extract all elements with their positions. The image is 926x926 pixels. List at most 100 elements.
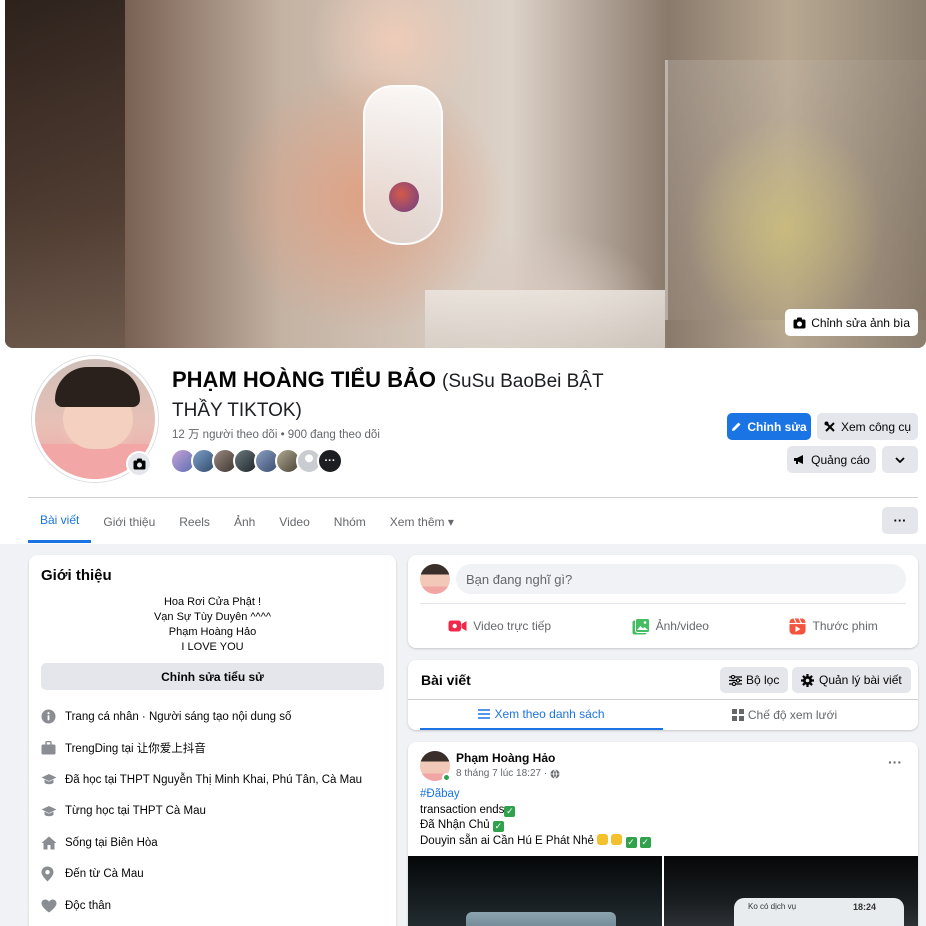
pencil-icon	[732, 422, 741, 431]
info-icon	[41, 709, 65, 724]
cover-cup	[363, 85, 443, 245]
tab-photos[interactable]: Ảnh	[222, 500, 267, 543]
phone-status-text: Ko có dịch vụ	[748, 902, 797, 911]
edit-profile-label: Chỉnh sửa	[747, 419, 807, 434]
post-meta: 8 tháng 7 lúc 18:27 ·	[456, 768, 560, 779]
tab-groups[interactable]: Nhóm	[322, 500, 378, 543]
info-item-page-type: Trang cá nhân · Người sáng tạo nội dung …	[41, 701, 386, 733]
profile-name: PHẠM HOÀNG TIỂU BẢO (SuSu BaoBei BẬT THẦY…	[172, 366, 652, 426]
post-hashtag[interactable]: #Đãbay	[420, 787, 651, 803]
manage-posts-button[interactable]: Quản lý bài viết	[792, 667, 911, 693]
filter-icon	[729, 674, 742, 686]
bio-line: Hoa Rơi Cửa Phật !	[163, 596, 262, 608]
ads-button[interactable]: Quảng cáo	[787, 446, 876, 473]
post-body: #Đãbay transaction ends ✓ Đã Nhận Chủ ✓ D…	[420, 787, 651, 849]
post-line-text: Douyin sẵn ai Cần Hú E Phát Nhẻ	[420, 834, 594, 847]
grid-view-tab[interactable]: Chế độ xem lưới	[663, 700, 906, 730]
list-view-tab[interactable]: Xem theo danh sách	[420, 700, 663, 730]
photo-icon	[632, 617, 650, 634]
camera-icon	[133, 458, 145, 470]
manage-posts-label: Quản lý bài viết	[819, 673, 902, 687]
intro-details: Trang cá nhân · Người sáng tạo nội dung …	[41, 701, 386, 922]
post-image[interactable]	[408, 856, 662, 926]
ads-label: Quảng cáo	[811, 452, 870, 467]
cover-photo[interactable]	[5, 0, 926, 348]
info-item-from: Đến từ Cà Mau	[41, 859, 386, 891]
post-card: Phạm Hoàng Hảo 8 tháng 7 lúc 18:27 · ···…	[408, 742, 918, 926]
info-item-education: Từng học tại THPT Cà Mau	[41, 796, 386, 828]
list-icon	[478, 709, 491, 719]
tabs-more-button[interactable]: ···	[882, 507, 918, 534]
cover-ledge	[425, 290, 665, 348]
check-mark-icon: ✓	[625, 836, 637, 848]
bio-line: I LOVE YOU	[181, 641, 244, 653]
info-item-text: Sống tại Biên Hòa	[65, 836, 158, 849]
post-image[interactable]: Ko có dịch vụ 18:24	[664, 856, 918, 926]
view-tools-label: Xem công cụ	[840, 419, 912, 434]
reel-button[interactable]: Thước phim	[789, 617, 878, 635]
edit-profile-button[interactable]: Chỉnh sửa	[727, 413, 811, 440]
home-icon	[41, 836, 65, 850]
edit-bio-button[interactable]: Chỉnh sửa tiểu sử	[41, 663, 384, 690]
camera-icon	[793, 317, 806, 328]
edit-cover-button[interactable]: Chỉnh sửa ảnh bìa	[785, 309, 918, 336]
info-item-education: Đã học tại THPT Nguyễn Thị Minh Khai, Ph…	[41, 764, 386, 796]
more-friends-button[interactable]: ···	[317, 448, 343, 474]
post-image-screen	[466, 912, 616, 926]
post-author-name[interactable]: Phạm Hoàng Hảo	[456, 751, 555, 765]
edit-cover-label: Chỉnh sửa ảnh bìa	[811, 315, 910, 330]
tab-see-more[interactable]: Xem thêm ▾	[378, 500, 466, 543]
bio-line: Vạn Sự Tùy Duyên ^^^^	[153, 611, 272, 623]
chevron-down-icon	[895, 456, 905, 463]
profile-main-name: PHẠM HOÀNG TIỂU BẢO	[172, 367, 436, 392]
megaphone-icon	[794, 455, 804, 464]
info-item-text: Đã học tại THPT Nguyễn Thị Minh Khai, Ph…	[65, 773, 363, 786]
bio-text: Hoa Rơi Cửa Phật ! Vạn Sự Tùy Duyên ^^^^…	[29, 595, 396, 655]
info-item-work: TrengDing tại 让你爱上抖音	[41, 733, 386, 765]
tab-posts[interactable]: Bài viết	[28, 500, 92, 543]
photo-video-button[interactable]: Ảnh/video	[632, 617, 709, 635]
info-item-text: Trang cá nhân · Người sáng tạo nội dung …	[65, 710, 292, 723]
briefcase-icon	[41, 741, 65, 755]
list-view-label: Xem theo danh sách	[494, 707, 605, 721]
live-video-label: Video trực tiếp	[473, 619, 552, 633]
avatar-hair	[55, 367, 140, 407]
info-item-text: Đến từ Cà Mau	[65, 868, 144, 881]
graduation-cap-icon	[41, 805, 65, 818]
info-item-text: TrengDing tại 让你爱上抖音	[65, 743, 206, 756]
info-item-text: Từng học tại THPT Cà Mau	[65, 805, 206, 818]
post-options-button[interactable]: ···	[888, 754, 902, 770]
gear-icon	[801, 673, 814, 687]
header-divider	[28, 497, 918, 498]
tab-reels[interactable]: Reels	[167, 500, 222, 543]
tab-videos[interactable]: Video	[267, 500, 321, 543]
info-item-lives-in: Sống tại Biên Hòa	[41, 827, 386, 859]
composer-actions: Video trực tiếp Ảnh/video Thước phim	[408, 609, 918, 643]
more-options-dropdown[interactable]	[882, 446, 918, 473]
tab-about[interactable]: Giới thiệu	[91, 500, 167, 543]
composer-avatar[interactable]	[420, 564, 450, 594]
intro-card: Giới thiệu Hoa Rơi Cửa Phật ! Vạn Sự Tùy…	[29, 555, 396, 926]
check-mark-icon: ✓	[504, 805, 516, 817]
post-line-text: transaction ends	[420, 803, 505, 816]
graduation-cap-icon	[41, 773, 65, 786]
posts-title: Bài viết	[421, 672, 471, 688]
post-timestamp[interactable]: 8 tháng 7 lúc 18:27 ·	[456, 768, 547, 779]
live-video-button[interactable]: Video trực tiếp	[448, 619, 551, 633]
check-mark-icon: ✓	[639, 836, 651, 848]
profile-page: Chỉnh sửa ảnh bìa PHẠM HOÀNG TIỂU BẢO (Su…	[0, 0, 926, 926]
follower-count[interactable]: 12 万 người theo dõi • 900 đang theo dõi	[172, 426, 380, 442]
hand-emoji-icon	[597, 833, 609, 845]
filter-button[interactable]: Bộ lọc	[720, 667, 789, 693]
filter-label: Bộ lọc	[746, 673, 780, 687]
view-tools-button[interactable]: Xem công cụ	[817, 413, 918, 440]
intro-title: Giới thiệu	[41, 567, 112, 584]
globe-icon	[550, 768, 560, 779]
update-avatar-button[interactable]	[126, 451, 152, 477]
reel-icon	[789, 617, 806, 634]
composer-input[interactable]: Bạn đang nghĩ gì?	[456, 564, 906, 594]
grid-icon	[731, 709, 744, 721]
live-video-icon	[448, 620, 467, 632]
location-pin-icon	[41, 866, 65, 882]
cover-glass	[665, 60, 926, 320]
